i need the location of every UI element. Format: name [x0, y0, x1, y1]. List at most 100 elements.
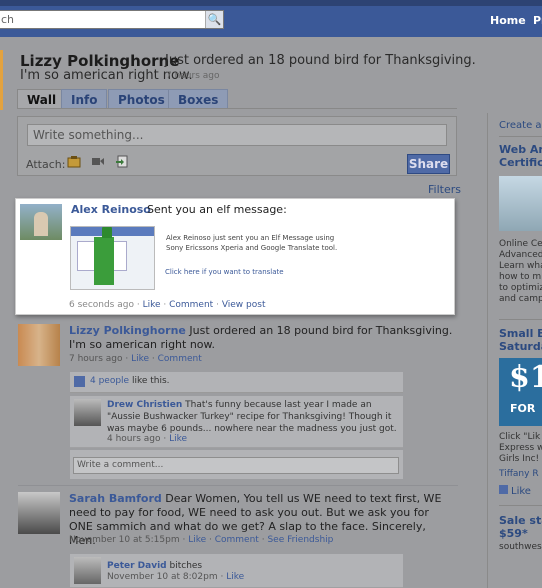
comment-peter-meta: November 10 at 8:02pm · Like [107, 572, 245, 582]
post-sarah-like-link[interactable]: Like [188, 535, 206, 545]
create-ad-link[interactable]: Create an [499, 120, 542, 131]
publisher: Write something... Attach: Share [17, 116, 457, 176]
tab-info[interactable]: Info [61, 89, 108, 109]
ad1-image[interactable] [499, 176, 542, 231]
lizzy-avatar[interactable] [18, 324, 60, 366]
top-bar: ch 🔍 Home Pr [0, 0, 542, 37]
ad1-body-1: Online Ce [499, 239, 542, 249]
search-input[interactable]: ch [1, 13, 14, 26]
elf-post-author[interactable]: Alex Reinoso [71, 203, 151, 216]
write-comment-input[interactable]: Write a comment... [73, 457, 399, 474]
ad3-title-line2[interactable]: $59* [499, 527, 542, 540]
profile-status-line1: Just ordered an 18 pound bird for Thanks… [165, 53, 476, 68]
comment-drew: Drew Christien That's funny because last… [70, 396, 403, 448]
comment-drew-like-link[interactable]: Like [169, 434, 187, 444]
likes-row: 4 people like this. [70, 372, 403, 393]
top-bar-strip [0, 0, 542, 6]
elf-post-meta: 6 seconds ago · Like · Comment · View po… [69, 300, 266, 310]
post-lizzy: Lizzy Polkinghorne Just ordered an 18 po… [18, 324, 458, 369]
tab-wall[interactable]: Wall [17, 89, 67, 109]
elf-figure [94, 237, 114, 285]
comment-peter-like-link[interactable]: Like [226, 572, 244, 582]
thumbnail-header [71, 227, 154, 236]
left-edge-accent [0, 50, 3, 110]
ad1-body-4: how to m [499, 272, 542, 282]
ad2-brand[interactable]: Tiffany R [499, 469, 539, 479]
ad2-like-label: Like [511, 486, 531, 497]
post-lizzy-time: 7 hours ago [69, 354, 123, 364]
alex-reinoso-avatar[interactable] [20, 204, 62, 240]
ad2-body-3: Girls Inc! [499, 454, 540, 464]
elf-thumbnail[interactable] [70, 226, 155, 290]
drew-avatar[interactable] [74, 399, 101, 426]
post-sarah-comment-link[interactable]: Comment [215, 535, 259, 545]
ad1-body-6: and camp [499, 294, 542, 304]
post-lizzy-line1: Just ordered an 18 pound bird for Thanks… [189, 324, 453, 337]
publisher-input[interactable]: Write something... [27, 124, 447, 146]
post-sarah: Sarah Bamford Dear Women, You tell us WE… [18, 492, 458, 552]
video-icon[interactable] [91, 155, 105, 168]
elf-comment-link[interactable]: Comment [169, 300, 213, 310]
ad1-body-5: to optimiz [499, 283, 542, 293]
comment-drew-author[interactable]: Drew Christien [107, 400, 182, 410]
tab-boxes[interactable]: Boxes [168, 89, 229, 109]
thumbs-up-icon [499, 485, 508, 494]
sarah-avatar[interactable] [18, 492, 60, 534]
filters-link[interactable]: Filters [428, 183, 461, 196]
ad2-image-text: $1 [509, 360, 542, 395]
likes-text: 4 people like this. [90, 376, 170, 386]
post-lizzy-text: Lizzy Polkinghorne Just ordered an 18 po… [69, 324, 454, 352]
ad2-title-line2[interactable]: Saturday [499, 340, 542, 353]
thumbs-up-icon [74, 376, 85, 387]
comment-drew-text: Drew Christien That's funny because last… [107, 399, 397, 435]
comment-peter-author[interactable]: Peter David [107, 561, 167, 571]
see-friendship-link[interactable]: See Friendship [267, 535, 333, 545]
profile-status-time: 7 hours ago [166, 71, 220, 81]
link-icon[interactable] [115, 155, 129, 168]
ad1-body-3: Learn wha [499, 261, 542, 271]
post-lizzy-like-link[interactable]: Like [131, 354, 149, 364]
comment-drew-meta: 4 hours ago · Like [107, 434, 188, 444]
write-comment-row: Write a comment... [70, 450, 403, 479]
tab-divider [17, 108, 457, 109]
post-sarah-meta: November 10 at 5:15pm · Like · Comment ·… [69, 535, 334, 545]
ad2-image-subtext: FOR [510, 402, 536, 415]
peter-avatar[interactable] [74, 557, 101, 584]
ad3-title-line1[interactable]: Sale star [499, 514, 542, 527]
comment-peter: Peter David bitches November 10 at 8:02p… [70, 554, 403, 588]
post-sarah-author[interactable]: Sarah Bamford [69, 492, 162, 505]
translate-link[interactable]: Click here if you want to translate [165, 268, 284, 276]
post-lizzy-author[interactable]: Lizzy Polkinghorne [69, 324, 186, 337]
elf-view-post-link[interactable]: View post [222, 300, 266, 310]
search-box[interactable]: ch 🔍 [0, 10, 224, 29]
likes-count-link[interactable]: 4 people [90, 376, 129, 386]
comment-peter-text: Peter David bitches [107, 560, 397, 572]
ad2-image[interactable]: $1 FOR [499, 358, 542, 426]
ad1-title-line1[interactable]: Web Ana [499, 143, 542, 156]
search-icon[interactable]: 🔍 [205, 11, 223, 28]
ad2-like-link[interactable]: Like [499, 485, 531, 497]
comment-drew-time: 4 hours ago [107, 434, 161, 444]
elf-message-post: Alex Reinoso Sent you an elf message: Al… [15, 198, 455, 315]
ad-separator [499, 505, 542, 506]
attach-label: Attach: [26, 158, 66, 171]
post-divider [18, 485, 458, 486]
ad2-title-line1[interactable]: Small Bu [499, 327, 542, 340]
share-button[interactable]: Share [407, 154, 450, 174]
ad1-title-line2[interactable]: Certifica [499, 156, 542, 169]
elf-like-link[interactable]: Like [143, 300, 161, 310]
elf-post-description: Alex Reinoso just sent you an Elf Messag… [166, 234, 338, 252]
photo-icon[interactable] [67, 155, 81, 168]
ads-sidebar: Create an Web Ana Certifica Online Ce Ad… [487, 113, 542, 588]
post-lizzy-comment-link[interactable]: Comment [158, 354, 202, 364]
post-sarah-time: November 10 at 5:15pm [69, 535, 180, 545]
nav-profile-link[interactable]: Pr [533, 14, 542, 27]
ad-separator [499, 136, 542, 137]
ad2-body-2: Express w [499, 443, 542, 453]
elf-post-message: Sent you an elf message: [147, 203, 287, 216]
elf-post-time: 6 seconds ago [69, 300, 134, 310]
tab-photos[interactable]: Photos [108, 89, 175, 109]
post-lizzy-meta: 7 hours ago · Like · Comment [69, 354, 202, 364]
nav-home-link[interactable]: Home [490, 14, 526, 27]
post-lizzy-line2: I'm so american right now. [69, 338, 216, 351]
